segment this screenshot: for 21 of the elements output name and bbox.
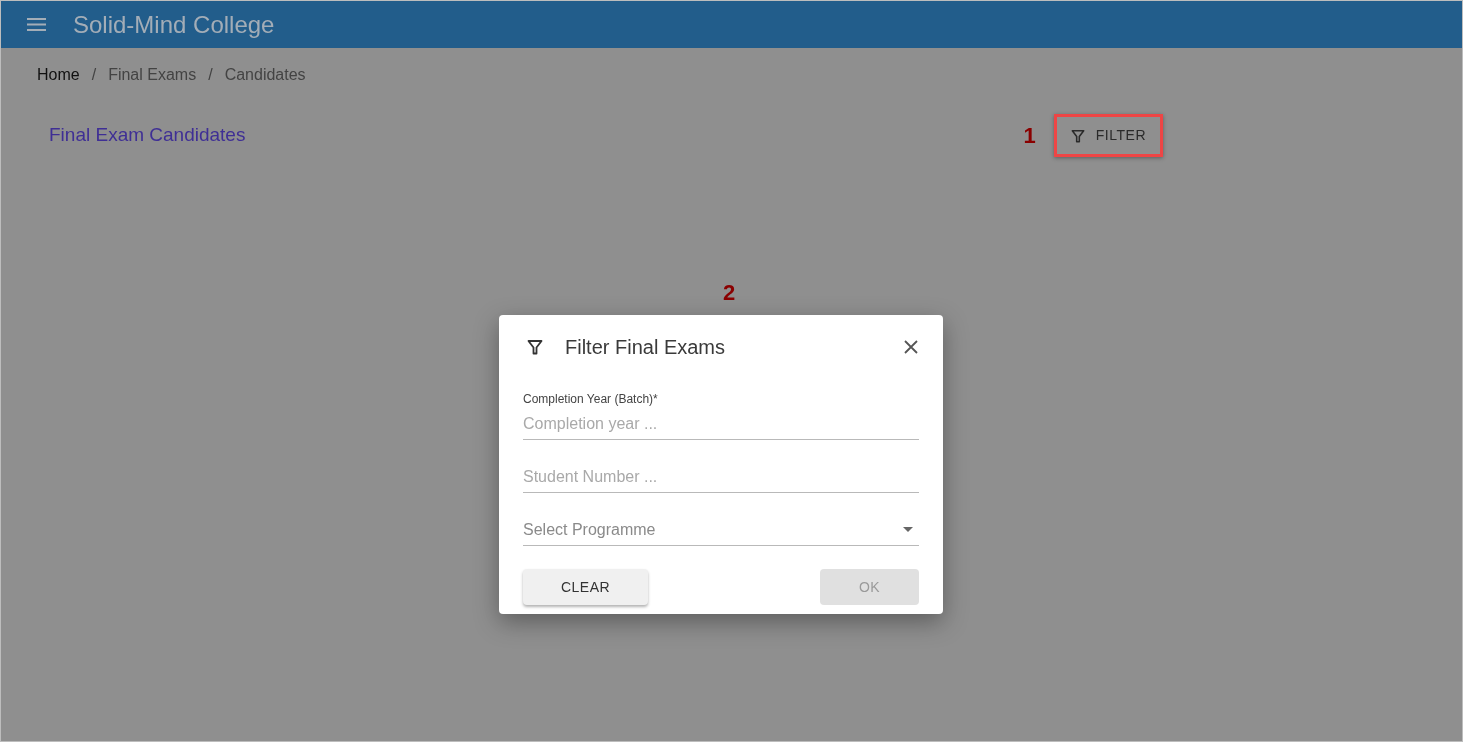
filter-icon — [1070, 128, 1085, 143]
annotation-number: 2 — [723, 279, 736, 307]
text-input-field[interactable]: Student Number ... — [523, 461, 919, 493]
filter-icon — [527, 339, 543, 355]
page-title: Final Exam Candidates — [49, 123, 246, 148]
close-icon[interactable] — [904, 340, 918, 354]
breadcrumb-item: Final Exams — [108, 65, 197, 85]
dialog-title: Filter Final Exams — [565, 335, 726, 360]
breadcrumb-separator: / — [208, 65, 213, 85]
filter-button[interactable]: FILTER — [1058, 119, 1158, 152]
clear-button[interactable]: CLEAR — [523, 569, 648, 605]
breadcrumb-link[interactable]: Home — [37, 63, 80, 87]
field-label: Completion Year (Batch)* — [523, 392, 659, 406]
caret-down-icon — [903, 527, 913, 532]
breadcrumb-item: Candidates — [224, 65, 306, 85]
annotation-number: 1 — [1023, 122, 1036, 150]
breadcrumb-separator: / — [91, 65, 97, 85]
app-title: Solid-Mind College — [73, 9, 275, 40]
menu-icon[interactable] — [27, 18, 46, 31]
text-input-field[interactable]: Completion year ... — [523, 408, 919, 440]
programme-select[interactable]: Select Programme — [523, 514, 919, 546]
